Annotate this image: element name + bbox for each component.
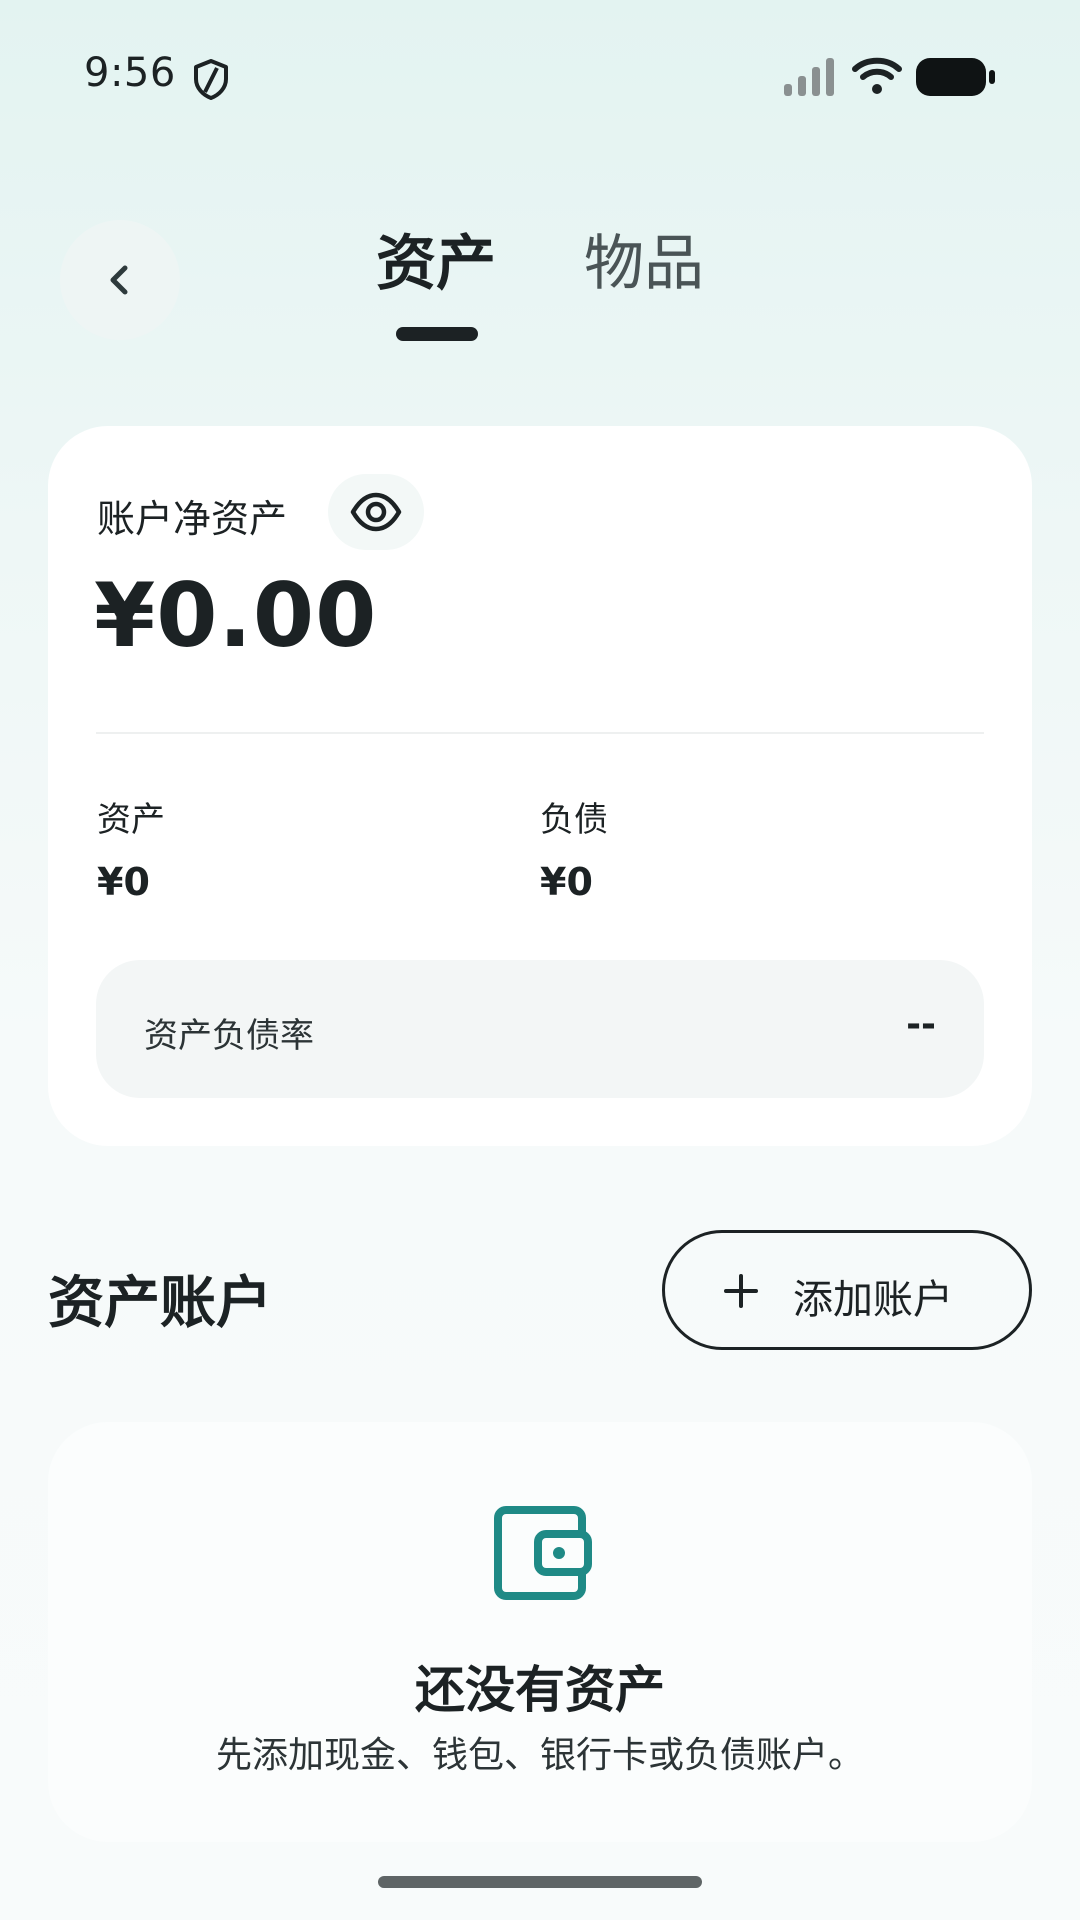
status-time: 9:56 bbox=[84, 50, 176, 96]
assets-label: 资产 bbox=[97, 800, 165, 840]
home-indicator[interactable] bbox=[378, 1876, 702, 1888]
debt-ratio-label: 资产负债率 bbox=[144, 1016, 314, 1056]
battery-icon bbox=[916, 58, 995, 96]
shield-icon bbox=[194, 59, 228, 100]
eye-icon bbox=[350, 492, 402, 532]
plus-icon bbox=[724, 1274, 758, 1308]
tab-items[interactable]: 物品 bbox=[584, 228, 704, 300]
back-button[interactable] bbox=[60, 220, 180, 340]
empty-state-title: 还没有资产 bbox=[415, 1661, 665, 1719]
divider bbox=[96, 732, 984, 734]
chevron-left-icon bbox=[110, 265, 128, 295]
status-bar: 9:56 bbox=[0, 0, 1080, 150]
liabilities-value: ¥0 bbox=[540, 860, 593, 904]
signal-icon bbox=[784, 58, 834, 96]
liabilities-label: 负债 bbox=[540, 800, 608, 840]
wallet-icon bbox=[494, 1506, 592, 1600]
net-assets-card: 账户净资产 ¥0.00 资产 ¥0 负债 ¥0 资产负债率 -- bbox=[48, 426, 1032, 1146]
tab-assets[interactable]: 资产 bbox=[376, 228, 496, 300]
active-tab-indicator bbox=[396, 327, 478, 341]
debt-ratio-value: -- bbox=[906, 1004, 936, 1045]
net-assets-label: 账户净资产 bbox=[97, 497, 288, 541]
net-assets-value: ¥0.00 bbox=[94, 564, 378, 667]
add-account-label: 添加账户 bbox=[793, 1277, 953, 1323]
empty-state-description: 先添加现金、钱包、银行卡或负债账户。 bbox=[215, 1735, 864, 1776]
assets-value: ¥0 bbox=[97, 860, 150, 904]
empty-state-card: 还没有资产 先添加现金、钱包、银行卡或负债账户。 bbox=[48, 1422, 1032, 1842]
debt-ratio-row: 资产负债率 -- bbox=[96, 960, 984, 1098]
toggle-visibility-button[interactable] bbox=[328, 474, 424, 550]
wifi-icon bbox=[852, 57, 902, 94]
add-account-button[interactable]: 添加账户 bbox=[662, 1230, 1032, 1350]
section-title: 资产账户 bbox=[48, 1271, 272, 1336]
